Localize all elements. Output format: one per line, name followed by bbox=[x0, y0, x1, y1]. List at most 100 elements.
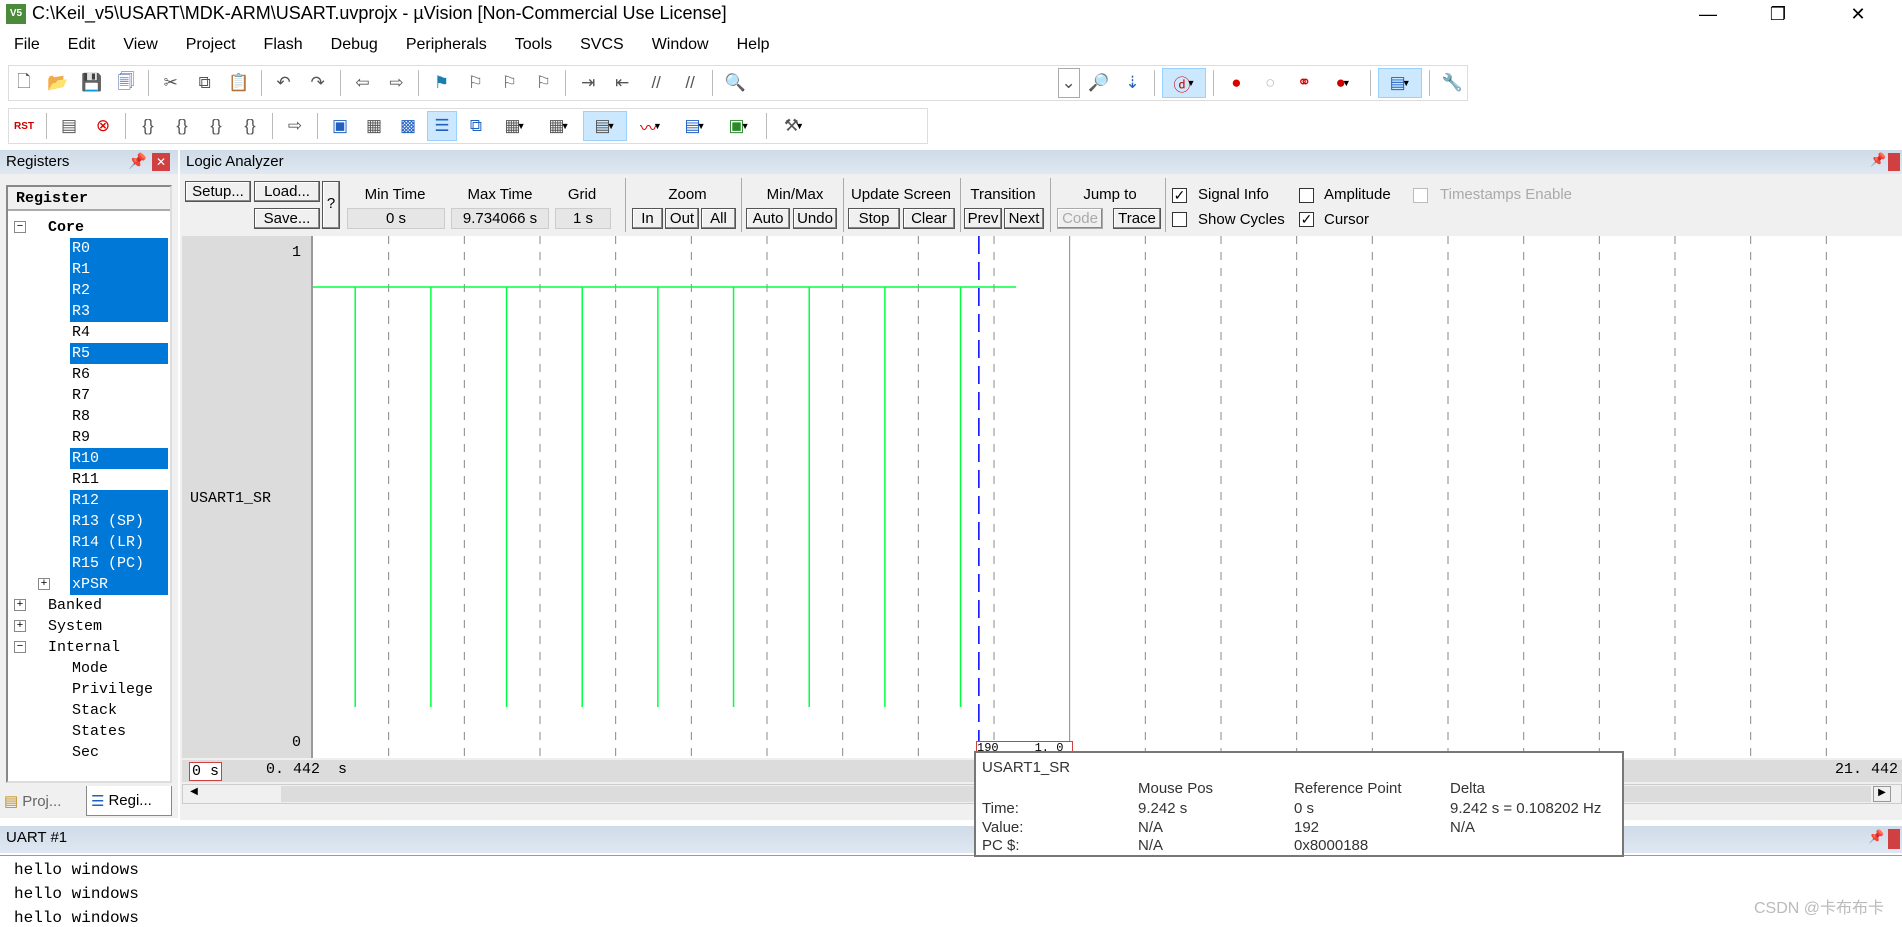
debug-session-icon[interactable]: ⓓ ▼ bbox=[1162, 68, 1207, 98]
menu-file[interactable]: File bbox=[0, 32, 54, 60]
show-next-statement-icon[interactable]: ⇨ bbox=[280, 111, 310, 141]
register-item[interactable]: R10 bbox=[70, 448, 168, 469]
timestamps-enable-checkbox[interactable] bbox=[1413, 188, 1428, 203]
register-item[interactable]: R9 bbox=[70, 427, 90, 448]
minimize-button[interactable]: — bbox=[1680, 0, 1736, 30]
serial-windows-icon[interactable]: ▤ ▼ bbox=[583, 111, 627, 141]
step-into-icon[interactable]: {} bbox=[133, 111, 163, 141]
pin-icon[interactable]: 📌 bbox=[1870, 152, 1886, 168]
restore-button[interactable]: ❐ bbox=[1750, 0, 1806, 30]
undo-button[interactable]: Undo bbox=[793, 208, 837, 229]
menu-view[interactable]: View bbox=[109, 32, 171, 60]
disable-all-breakpoints-icon[interactable]: ⚭ bbox=[1289, 68, 1319, 98]
collapse-icon[interactable]: − bbox=[14, 641, 26, 653]
incremental-find-icon[interactable]: ⇣ bbox=[1118, 68, 1148, 98]
indent-icon[interactable]: ⇥ bbox=[573, 68, 603, 98]
registers-window-icon[interactable]: ☰ bbox=[427, 111, 457, 141]
menu-edit[interactable]: Edit bbox=[54, 32, 110, 60]
register-item[interactable]: R12 bbox=[70, 490, 168, 511]
find-in-files-icon[interactable]: 🔍 bbox=[720, 68, 750, 98]
save-icon[interactable]: 💾 bbox=[77, 68, 107, 98]
register-item[interactable]: States bbox=[70, 721, 126, 742]
register-item[interactable]: R1 bbox=[70, 259, 168, 280]
run-icon[interactable]: ▤ bbox=[54, 111, 84, 141]
tree-group-banked[interactable]: Banked bbox=[46, 595, 102, 616]
register-item[interactable]: Sec bbox=[70, 742, 99, 763]
register-item[interactable]: R11 bbox=[70, 469, 99, 490]
register-item[interactable]: R6 bbox=[70, 364, 90, 385]
code-button[interactable]: Code bbox=[1057, 208, 1103, 229]
help-button[interactable]: ? bbox=[322, 181, 340, 229]
register-item[interactable]: R2 bbox=[70, 280, 168, 301]
menu-tools[interactable]: Tools bbox=[501, 32, 566, 60]
tree-group-internal[interactable]: Internal bbox=[46, 637, 120, 658]
register-item[interactable]: R3 bbox=[70, 301, 168, 322]
register-item[interactable]: Mode bbox=[70, 658, 108, 679]
expand-icon[interactable]: + bbox=[38, 578, 50, 590]
symbols-window-icon[interactable]: ▩ bbox=[393, 111, 423, 141]
copy-icon[interactable]: ⧉ bbox=[190, 68, 220, 98]
call-stack-icon[interactable]: ⧉ bbox=[461, 111, 491, 141]
uart-output[interactable]: hello windows hello windows hello window… bbox=[0, 855, 1902, 927]
reset-icon[interactable]: RST bbox=[9, 111, 39, 141]
nav-forward-icon[interactable]: ⇨ bbox=[382, 68, 412, 98]
nav-back-icon[interactable]: ⇦ bbox=[348, 68, 378, 98]
breakpoint-icon[interactable]: ● bbox=[1221, 68, 1251, 98]
unindent-icon[interactable]: ⇤ bbox=[607, 68, 637, 98]
register-item[interactable]: R15 (PC) bbox=[70, 553, 168, 574]
clear-button[interactable]: Clear bbox=[903, 208, 955, 229]
watch-windows-icon[interactable]: ▦ ▼ bbox=[495, 111, 535, 141]
pin-icon[interactable]: 📌 bbox=[128, 152, 147, 170]
auto-button[interactable]: Auto bbox=[746, 208, 790, 229]
register-item[interactable]: R8 bbox=[70, 406, 90, 427]
signal-info-checkbox[interactable]: ✓ bbox=[1172, 188, 1187, 203]
toolbox-icon[interactable]: ⚒ ▼ bbox=[774, 111, 814, 141]
zoom-in-button[interactable]: In bbox=[632, 208, 663, 229]
register-item[interactable]: Privilege bbox=[70, 679, 153, 700]
register-item[interactable]: Stack bbox=[70, 700, 117, 721]
bookmark-icon[interactable]: ⚑ bbox=[426, 68, 456, 98]
tab-project[interactable]: ▤ Proj... bbox=[0, 786, 86, 816]
scroll-left-icon[interactable]: ◀ bbox=[185, 786, 203, 802]
clear-bookmarks-icon[interactable]: ⚐ bbox=[528, 68, 558, 98]
kill-breakpoints-icon[interactable]: ● ▼ bbox=[1323, 68, 1363, 98]
prev-button[interactable]: Prev bbox=[964, 208, 1002, 229]
window-layout-icon[interactable]: ▤ ▼ bbox=[1378, 68, 1423, 98]
expand-icon[interactable]: + bbox=[14, 620, 26, 632]
find-combo-dropdown[interactable]: ⌄ bbox=[1057, 68, 1080, 98]
cursor-checkbox[interactable]: ✓ bbox=[1299, 212, 1314, 227]
tab-registers[interactable]: ☰ Regi... bbox=[86, 786, 172, 816]
redo-icon[interactable]: ↷ bbox=[303, 68, 333, 98]
register-item[interactable]: R14 (LR) bbox=[70, 532, 168, 553]
prev-bookmark-icon[interactable]: ⚐ bbox=[460, 68, 490, 98]
find-icon[interactable]: 🔎 bbox=[1084, 68, 1114, 98]
command-window-icon[interactable]: ▣ bbox=[325, 111, 355, 141]
menu-window[interactable]: Window bbox=[638, 32, 723, 60]
trace-button[interactable]: Trace bbox=[1113, 208, 1161, 229]
cut-icon[interactable]: ✂ bbox=[156, 68, 186, 98]
menu-help[interactable]: Help bbox=[723, 32, 784, 60]
menu-flash[interactable]: Flash bbox=[250, 32, 317, 60]
zoom-out-button[interactable]: Out bbox=[665, 208, 699, 229]
open-file-icon[interactable]: 📂 bbox=[43, 68, 73, 98]
zoom-all-button[interactable]: All bbox=[701, 208, 736, 229]
signal-name[interactable]: USART1_SR bbox=[190, 490, 271, 507]
undo-icon[interactable]: ↶ bbox=[269, 68, 299, 98]
stop-icon[interactable]: ⊗ bbox=[88, 111, 118, 141]
load-button[interactable]: Load... bbox=[254, 181, 320, 202]
register-item[interactable]: R5 bbox=[70, 343, 168, 364]
register-item[interactable]: xPSR bbox=[70, 574, 168, 595]
disable-breakpoint-icon[interactable]: ○ bbox=[1255, 68, 1285, 98]
run-to-cursor-icon[interactable]: {} bbox=[235, 111, 265, 141]
configure-icon[interactable]: 🔧 bbox=[1437, 68, 1467, 98]
amplitude-checkbox[interactable] bbox=[1299, 188, 1314, 203]
register-item[interactable]: R4 bbox=[70, 322, 90, 343]
step-over-icon[interactable]: {} bbox=[167, 111, 197, 141]
analysis-windows-icon[interactable]: 〰 ▼ bbox=[631, 111, 671, 141]
register-item[interactable]: R13 (SP) bbox=[70, 511, 168, 532]
close-icon[interactable] bbox=[1888, 829, 1900, 849]
menu-peripherals[interactable]: Peripherals bbox=[392, 32, 501, 60]
close-button[interactable]: ✕ bbox=[1830, 0, 1886, 30]
scroll-right-icon[interactable]: ▶ bbox=[1873, 786, 1891, 802]
close-icon[interactable] bbox=[1888, 153, 1900, 171]
